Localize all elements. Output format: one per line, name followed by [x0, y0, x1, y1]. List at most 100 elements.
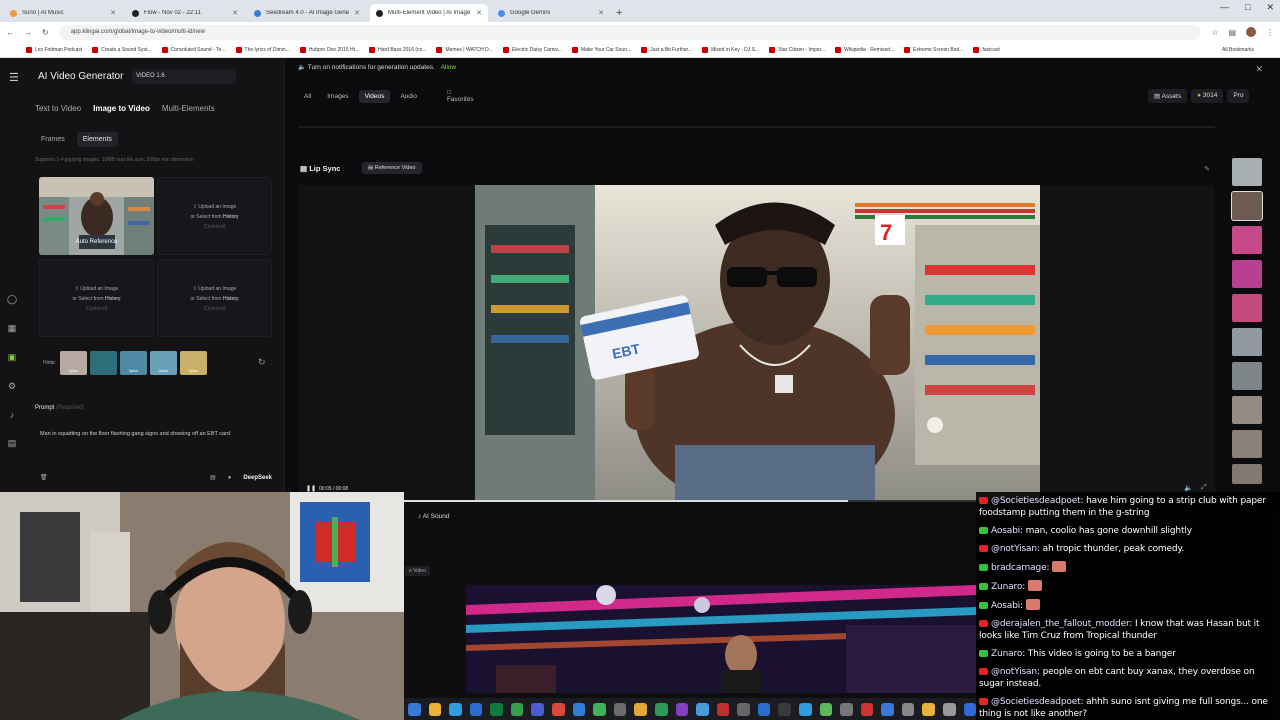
taskbar-app-icon[interactable] [408, 702, 421, 716]
history-link[interactable]: History [105, 296, 121, 302]
bookmark-item[interactable]: Create a Sound Syst... [92, 46, 152, 53]
hint-thumbnail[interactable]: 2pics [179, 351, 207, 375]
taskbar-app-icon[interactable] [757, 702, 771, 716]
edit-icon[interactable]: ✎ [1204, 165, 1210, 173]
taskbar-app-icon[interactable] [922, 702, 936, 716]
browser-tab[interactable]: Seedream 4.0 - AI Image Gene ✕ [248, 4, 366, 22]
template-icon[interactable]: ▤ [210, 474, 216, 481]
forward-icon[interactable]: → [24, 28, 32, 37]
mode-tab[interactable]: Image to Video [93, 104, 150, 113]
image-icon[interactable]: ▦ [8, 323, 17, 334]
pause-icon[interactable]: ❚❚ [306, 485, 316, 492]
taskbar-app-icon[interactable] [449, 702, 462, 716]
taskbar-app-icon[interactable] [881, 702, 894, 716]
lip-sync-label[interactable]: ▤ Lip Sync [300, 164, 340, 173]
taskbar-app-icon[interactable] [675, 702, 689, 716]
filter-tab[interactable]: Audio [394, 90, 423, 103]
taskbar-app-icon[interactable] [613, 702, 627, 716]
taskbar-app-icon[interactable] [943, 702, 956, 716]
taskbar-app-icon[interactable] [490, 702, 503, 716]
sub-tab[interactable]: Frames [35, 132, 71, 147]
new-tab-button[interactable]: + [616, 4, 622, 22]
bookmark-item[interactable]: Memes | WATCH D... [436, 46, 493, 53]
pro-button[interactable]: Pro [1227, 89, 1250, 103]
filter-tab[interactable]: Videos [358, 89, 391, 103]
menu-icon[interactable]: ☰ [9, 71, 19, 84]
assets-button[interactable]: ▤ Assets [1148, 89, 1188, 103]
bookmark-item[interactable]: Just a Bit Further... [641, 46, 692, 53]
version-select[interactable]: VIDEO 1.6 [132, 69, 236, 84]
history-thumbnail[interactable] [1232, 430, 1262, 458]
browser-tab[interactable]: Google Gemini ✕ [492, 4, 610, 22]
history-thumbnail[interactable] [1232, 396, 1262, 424]
hint-thumbnail[interactable] [89, 351, 117, 375]
auto-reference-label[interactable]: Auto Reference [39, 236, 154, 248]
favorites-toggle[interactable]: □ Favorites [435, 86, 498, 106]
bookmark-item[interactable]: Hard Bass 2016 (co... [369, 46, 426, 53]
filter-tab[interactable]: Images [321, 90, 354, 103]
sub-tab[interactable]: Elements [76, 132, 118, 147]
history-link[interactable]: History [223, 214, 239, 220]
bookmark-item[interactable]: Make Your Car Soun... [571, 46, 631, 53]
bookmark-item[interactable]: Wikipedia - Remixed... [835, 46, 894, 53]
upload-slot-4[interactable]: ⇧ Upload an Image or Select from History… [157, 259, 272, 337]
taskbar-app-icon[interactable] [552, 702, 565, 716]
fullscreen-icon[interactable]: ⤢ [1201, 484, 1207, 492]
taskbar-app-icon[interactable] [572, 702, 586, 716]
close-icon[interactable]: ✕ [1255, 64, 1263, 75]
audio-icon[interactable]: ♪ [10, 410, 15, 420]
hint-thumbnail[interactable]: 2pics [149, 351, 177, 375]
bookmark-item[interactable]: Electric Daisy Carniv... [502, 46, 562, 53]
history-link[interactable]: History [223, 296, 239, 302]
reference-video-button[interactable]: ▤ Reference Video [362, 162, 422, 174]
browser-tab[interactable]: Flow - Nov 02 - 22:11 ✕ [126, 4, 244, 22]
taskbar-app-icon[interactable] [737, 702, 750, 716]
hint-thumbnail[interactable]: 3pics [119, 351, 147, 375]
bookmark-item[interactable]: Star Citizen - Impor... [769, 46, 825, 53]
history-thumbnail[interactable] [1232, 294, 1262, 322]
taskbar-app-icon[interactable] [696, 702, 709, 716]
taskbar-app-icon[interactable] [860, 702, 874, 716]
prompt-input[interactable]: Man in squatting on the floor flashing g… [40, 431, 230, 437]
history-thumbnail[interactable] [1231, 191, 1263, 221]
bookmark-item[interactable]: Convoluted Sound - Te... [161, 46, 226, 53]
bookmark-item[interactable]: fastcast [973, 46, 1000, 53]
taskbar-app-icon[interactable] [510, 702, 524, 716]
bulb-icon[interactable]: ● [228, 475, 232, 481]
refresh-icon[interactable]: ↻ [258, 357, 266, 368]
all-bookmarks-folder[interactable]: All Bookmarks [1222, 47, 1254, 53]
bookmark-item[interactable]: The lyrics of Dimin... [235, 46, 290, 53]
mode-tab[interactable]: Text to Video [35, 104, 81, 113]
deepseek-button[interactable]: DeepSeek [243, 475, 272, 481]
generated-video[interactable]: 7 EBT [475, 185, 1040, 501]
history-thumbnail[interactable] [1232, 260, 1262, 288]
bookmark-item[interactable]: Hubpro One 2015 Ht... [299, 46, 359, 53]
taskbar-app-icon[interactable] [716, 702, 730, 716]
history-thumbnail[interactable] [1232, 158, 1262, 186]
ai-sound-button[interactable]: ♪ AI Sound [418, 513, 449, 520]
browser-tab[interactable]: Suno | AI Music ✕ [4, 4, 122, 22]
upload-slot-3[interactable]: ⇧ Upload an Image or Select from History… [39, 259, 154, 337]
tab-close-icon[interactable]: ✕ [354, 9, 360, 17]
mode-tab[interactable]: Multi-Elements [162, 104, 215, 113]
volume-icon[interactable]: 🔈 [1184, 484, 1193, 492]
history-thumbnail[interactable] [1232, 362, 1262, 390]
home-icon[interactable]: ◯ [7, 294, 17, 305]
tab-close-icon[interactable]: ✕ [232, 9, 238, 17]
close-icon[interactable]: ✕ [1266, 2, 1274, 13]
history-thumbnail[interactable] [1232, 226, 1262, 254]
video-icon[interactable]: ▣ [8, 352, 17, 363]
taskbar-app-icon[interactable] [963, 702, 977, 716]
bookmark-item[interactable]: Extreme Screen Bed... [904, 46, 963, 53]
tab-close-icon[interactable]: ✕ [476, 9, 482, 17]
browser-tab[interactable]: Multi-Element Video | AI Image ✕ [370, 4, 488, 22]
history-thumbnail[interactable] [1232, 328, 1262, 356]
history-thumbnail[interactable] [1232, 464, 1262, 484]
taskbar-app-icon[interactable] [654, 702, 668, 716]
menu-icon[interactable]: ⋮ [1266, 28, 1274, 37]
docs-icon[interactable]: ▤ [8, 438, 17, 449]
profile-avatar[interactable] [1246, 27, 1256, 37]
taskbar-app-icon[interactable] [634, 702, 647, 716]
filter-tab[interactable]: All [298, 90, 317, 103]
generated-video-2[interactable] [466, 585, 976, 693]
